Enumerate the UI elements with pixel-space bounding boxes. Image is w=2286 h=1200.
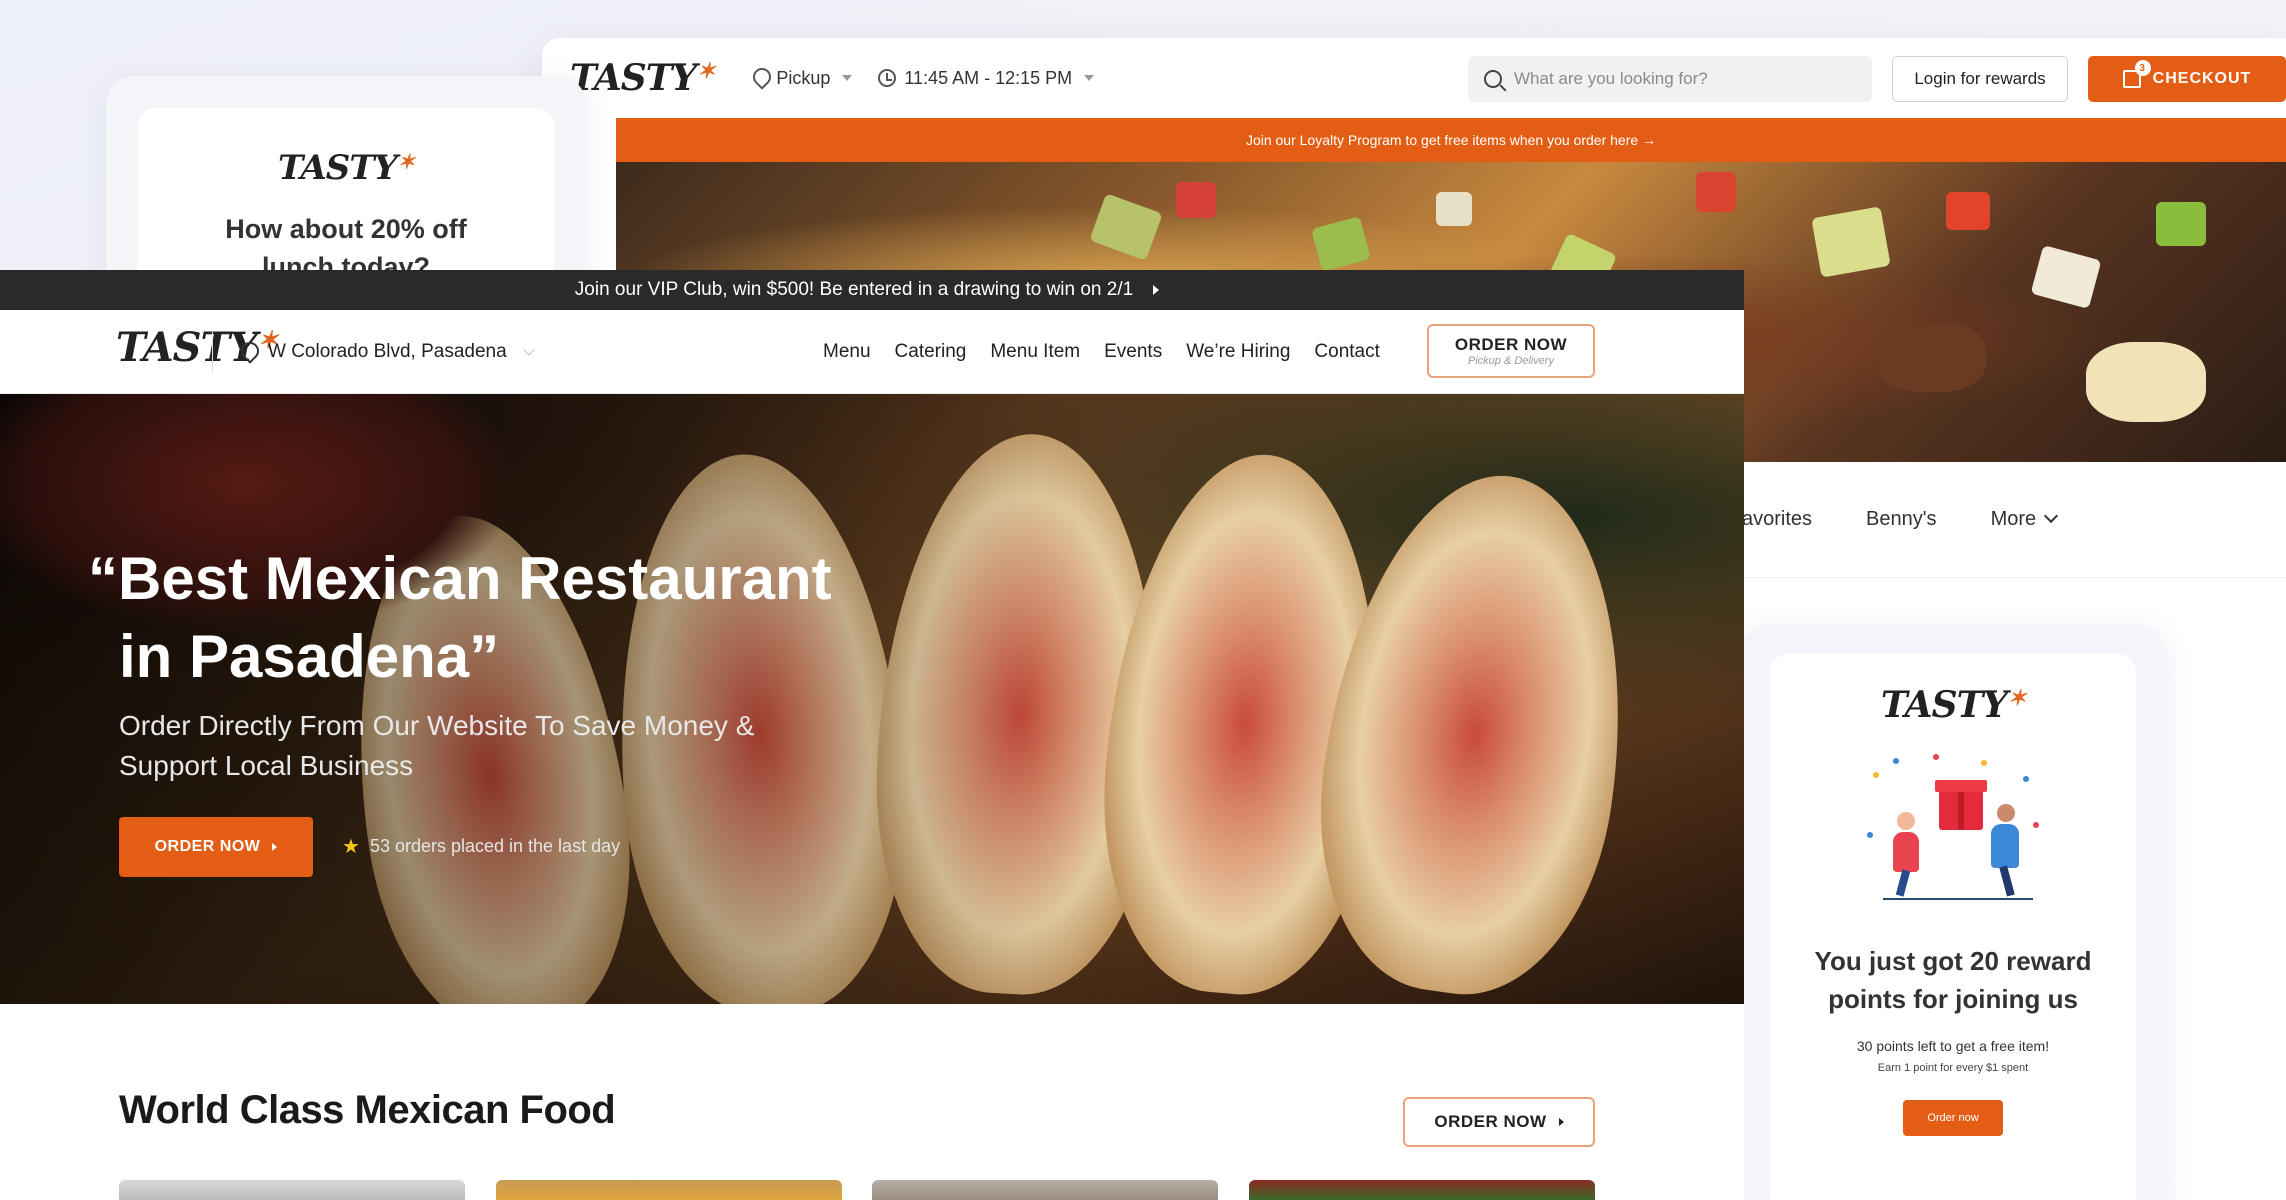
restaurant-website-window: Join our VIP Club, win $500! Be entered … [0,270,1744,1200]
food-card-thumbnail[interactable] [872,1180,1218,1200]
nav-link-catering[interactable]: Catering [895,341,967,363]
vip-club-banner[interactable]: Join our VIP Club, win $500! Be entered … [0,270,1744,310]
arrow-right-icon [1558,1118,1564,1126]
search-input[interactable] [1514,69,1844,89]
nav-link-events[interactable]: Events [1104,341,1162,363]
gift-celebration-illustration [1863,752,2043,902]
time-selector[interactable]: 11:45 AM - 12:15 PM [878,67,1095,89]
orders-stat: ★ 53 orders placed in the last day [342,834,620,859]
location-pin-icon [752,68,768,88]
pickup-selector[interactable]: Pickup [752,67,853,89]
time-label: 11:45 AM - 12:15 PM [904,67,1073,88]
header-order-now-button[interactable]: ORDER NOW Pickup & Delivery [1427,324,1595,378]
checkout-label: CHECKOUT [2152,70,2252,87]
location-selector[interactable]: W Colorado Blvd, Pasadena [240,310,535,394]
reward-popup-card: TASTY ✶ You just got 20 reward points for… [1740,624,2166,1200]
ordering-category-nav: avorites Benny's More [1742,462,2286,578]
loyalty-banner[interactable]: Join our Loyalty Program to get free ite… [616,118,2286,162]
location-pin-icon [240,342,256,362]
site-header: TASTY ✶ W Colorado Blvd, Pasadena Menu Ca… [0,310,1744,394]
checkout-button[interactable]: 3 CHECKOUT [2088,56,2286,102]
hero-order-now-label: ORDER NOW [154,838,261,855]
ordering-top-bar: TASTY✶ Pickup 11:45 AM - 12:15 PM Login … [542,38,2286,118]
order-now-subtitle: Pickup & Delivery [1467,355,1555,367]
hero-title: “Best Mexican Restaurant in Pasadena” [88,540,888,696]
shopping-bag-icon: 3 [2122,60,2151,88]
order-now-title: ORDER NOW [1454,335,1568,354]
nav-item-favorites[interactable]: avorites [1742,508,1812,531]
pickup-label: Pickup [776,67,831,88]
cart-count-badge: 3 [2134,60,2151,76]
nav-link-contact[interactable]: Contact [1314,341,1379,363]
caret-down-icon [1084,75,1095,81]
nav-item-more[interactable]: More [1990,508,2059,531]
search-icon [1484,70,1502,88]
nav-link-menu[interactable]: Menu [823,341,871,363]
caret-down-icon [842,75,853,81]
nav-item-bennys[interactable]: Benny's [1866,508,1937,531]
login-for-rewards-button[interactable]: Login for rewards [1892,56,2068,102]
food-card-thumbnail[interactable] [1249,1180,1595,1200]
reward-subtitle: 30 points left to get a free item! [1856,1038,2050,1054]
chevron-down-icon [523,344,535,356]
hero-subtitle: Order Directly From Our Website To Save … [119,710,755,781]
food-card-thumbnail[interactable] [496,1180,842,1200]
chevron-down-icon [2044,508,2059,524]
header-divider [212,332,213,372]
section-order-now-label: ORDER NOW [1434,1112,1547,1131]
orders-stat-text: 53 orders placed in the last day [369,836,621,856]
arrow-right-icon [272,843,278,851]
arrow-right-icon [1153,285,1160,295]
section-title: World Class Mexican Food [119,1088,616,1132]
hero-title-line-1: “Best Mexican Restaurant [88,545,832,612]
nav-link-hiring[interactable]: We’re Hiring [1186,341,1290,363]
reward-popup-inner: TASTY ✶ You just got 20 reward points for… [1770,654,2136,1200]
reward-earn-note: Earn 1 point for every $1 spent [1877,1062,2029,1074]
nav-link-menu-item[interactable]: Menu Item [990,341,1080,363]
hero-order-now-button[interactable]: ORDER NOW [119,817,313,877]
reward-logo: TASTY ✶ [1880,684,2026,726]
search-box[interactable] [1468,56,1872,102]
more-label: More [1990,508,2037,530]
clock-icon [878,69,897,87]
vip-banner-text: Join our VIP Club, win $500! Be entered … [574,279,1134,300]
hero-title-line-2: in Pasadena” [119,623,500,690]
reward-order-now-button[interactable]: Order now [1903,1100,2003,1136]
popup-logo: TASTY ✶ [277,148,415,188]
main-nav: Menu Catering Menu Item Events We’re Hir… [823,310,1380,394]
food-card-thumbnail[interactable] [119,1180,465,1200]
star-icon: ★ [342,836,360,858]
hero-section: “Best Mexican Restaurant in Pasadena” Or… [0,394,1744,1004]
location-label: W Colorado Blvd, Pasadena [268,341,507,362]
ordering-logo[interactable]: TASTY ✶ [570,57,715,99]
reward-title: You just got 20 reward points for joinin… [1814,946,2092,1014]
section-order-now-button[interactable]: ORDER NOW [1403,1097,1595,1147]
